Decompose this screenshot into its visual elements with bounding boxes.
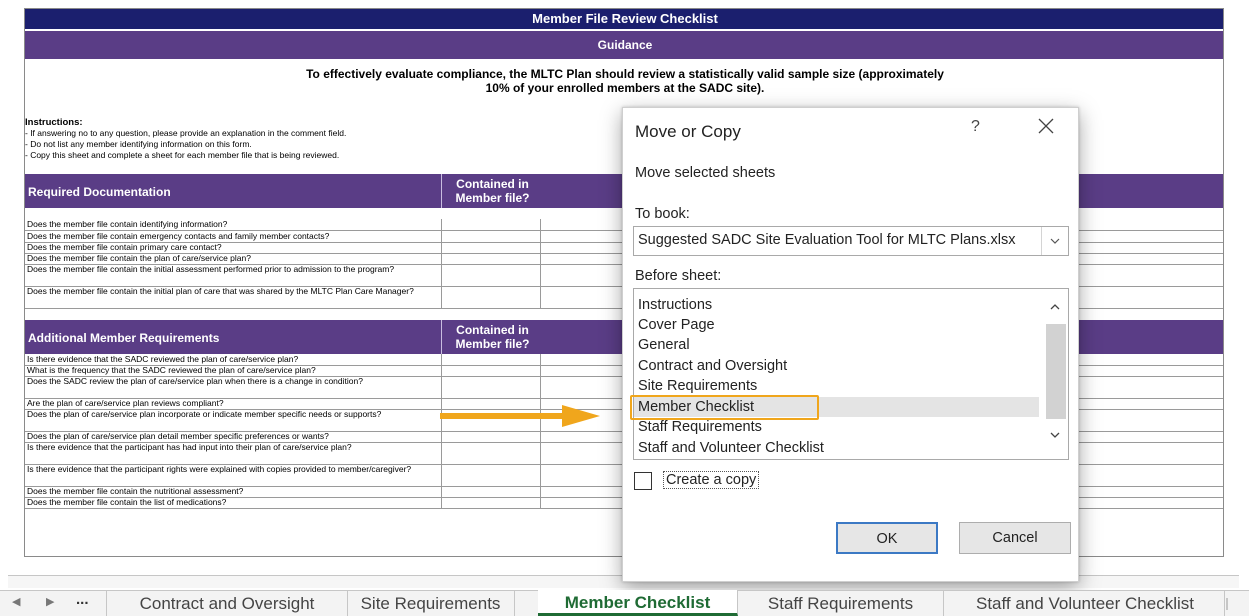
column-header-line: Member file? bbox=[455, 191, 530, 205]
question-cell: Does the member file contain primary car… bbox=[27, 242, 222, 252]
list-item[interactable]: Staff and Volunteer Checklist bbox=[634, 438, 1039, 458]
list-item[interactable]: Site Requirements bbox=[634, 376, 1039, 396]
column-header-line: Contained in bbox=[456, 177, 529, 191]
chevron-up-icon[interactable] bbox=[1040, 295, 1068, 317]
question-cell: Does the member file contain the initial… bbox=[27, 286, 414, 296]
help-button[interactable]: ? bbox=[971, 118, 980, 136]
highlight-box bbox=[630, 395, 819, 420]
before-sheet-label: Before sheet: bbox=[635, 268, 722, 284]
instructions-block: Instructions: - If answering no to any q… bbox=[25, 117, 625, 161]
tab-contract-and-oversight[interactable]: Contract and Oversight bbox=[106, 591, 348, 616]
guidance-header: Guidance bbox=[25, 31, 1223, 59]
scrollbar-thumb[interactable] bbox=[1046, 324, 1066, 419]
dropdown-button[interactable] bbox=[1041, 227, 1068, 255]
question-cell: Are the plan of care/service plan review… bbox=[27, 398, 224, 408]
tab-staff-and-volunteer-checklist[interactable]: Staff and Volunteer Checklist bbox=[946, 591, 1225, 616]
question-cell: Is there evidence that the participant r… bbox=[27, 464, 412, 474]
dialog-subtitle: Move selected sheets bbox=[635, 165, 776, 181]
to-book-select[interactable]: Suggested SADC Site Evaluation Tool for … bbox=[633, 226, 1069, 256]
intro-text: To effectively evaluate compliance, the … bbox=[25, 67, 1223, 95]
to-book-label: To book: bbox=[635, 206, 690, 222]
question-cell: Does the SADC review the plan of care/se… bbox=[27, 376, 363, 386]
orange-arrow-icon bbox=[440, 405, 600, 427]
question-cell: Is there evidence that the SADC reviewed… bbox=[27, 354, 299, 364]
chevron-down-icon[interactable] bbox=[1040, 425, 1068, 447]
instructions-heading: Instructions: bbox=[25, 117, 83, 128]
create-copy-label[interactable]: Create a copy bbox=[663, 471, 760, 489]
scroll-right-icon[interactable]: ▶ bbox=[46, 595, 54, 608]
question-cell: Does the member file contain the nutriti… bbox=[27, 486, 244, 496]
list-item[interactable]: General bbox=[634, 335, 1039, 355]
list-scrollbar[interactable] bbox=[1040, 289, 1068, 459]
tab-member-checklist[interactable]: Member Checklist bbox=[538, 590, 738, 616]
section-title: Additional Member Requirements bbox=[28, 331, 220, 345]
close-icon[interactable] bbox=[1034, 114, 1058, 138]
column-header-contained: Contained in Member file? bbox=[445, 323, 540, 351]
move-or-copy-dialog: Move or Copy ? Move selected sheets To b… bbox=[622, 107, 1079, 582]
intro-line-2: 10% of your enrolled members at the SADC… bbox=[485, 81, 765, 95]
instruction-line: - If answering no to any question, pleas… bbox=[25, 128, 347, 138]
list-item[interactable]: Cover Page bbox=[634, 315, 1039, 335]
chevron-down-icon bbox=[1050, 238, 1060, 244]
tab-staff-requirements[interactable]: Staff Requirements bbox=[738, 591, 944, 616]
question-cell: Does the member file contain the list of… bbox=[27, 497, 227, 507]
question-cell: What is the frequency that the SADC revi… bbox=[27, 365, 316, 375]
scroll-left-icon[interactable]: ◀ bbox=[12, 595, 20, 608]
before-sheet-list[interactable]: Instructions Cover Page General Contract… bbox=[633, 288, 1069, 460]
tab-scroll-marker-icon bbox=[1226, 598, 1228, 610]
intro-line-1: To effectively evaluate compliance, the … bbox=[306, 67, 944, 81]
question-cell: Does the member file contain identifying… bbox=[27, 219, 228, 229]
section-title: Required Documentation bbox=[28, 185, 171, 199]
instruction-line: - Copy this sheet and complete a sheet f… bbox=[25, 150, 340, 160]
list-item[interactable]: Contract and Oversight bbox=[634, 356, 1039, 376]
question-cell: Does the member file contain the plan of… bbox=[27, 253, 251, 263]
column-header-contained: Contained in Member file? bbox=[445, 177, 540, 205]
question-cell: Is there evidence that the participant h… bbox=[27, 442, 352, 452]
to-book-value: Suggested SADC Site Evaluation Tool for … bbox=[638, 232, 1016, 248]
column-header-line: Contained in bbox=[456, 323, 529, 337]
list-item[interactable]: Staff Requirements bbox=[634, 417, 1039, 437]
question-cell: Does the plan of care/service plan incor… bbox=[27, 409, 382, 419]
instruction-line: - Do not list any member identifying inf… bbox=[25, 139, 252, 149]
more-tabs-button[interactable]: ... bbox=[76, 591, 89, 608]
cancel-button[interactable]: Cancel bbox=[959, 522, 1071, 554]
sheet-title: Member File Review Checklist bbox=[25, 9, 1223, 29]
create-copy-checkbox[interactable] bbox=[634, 472, 652, 490]
question-cell: Does the member file contain the initial… bbox=[27, 264, 395, 274]
tab-site-requirements[interactable]: Site Requirements bbox=[347, 591, 515, 616]
dialog-title: Move or Copy bbox=[635, 122, 741, 141]
list-item[interactable]: Instructions bbox=[634, 295, 1039, 315]
column-header-line: Member file? bbox=[455, 337, 530, 351]
question-cell: Does the plan of care/service plan detai… bbox=[27, 431, 329, 441]
sheet-tab-bar: ◀ ▶ ... Contract and Oversight Site Requ… bbox=[0, 590, 1249, 616]
question-cell: Does the member file contain emergency c… bbox=[27, 231, 330, 241]
ok-button[interactable]: OK bbox=[836, 522, 938, 554]
